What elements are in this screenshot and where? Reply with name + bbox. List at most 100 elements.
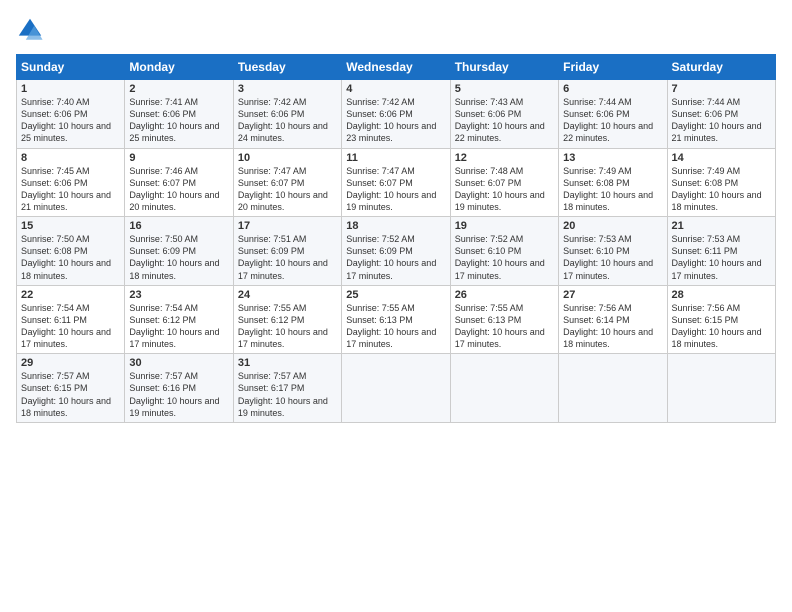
calendar-cell: 21 Sunrise: 7:53 AMSunset: 6:11 PMDaylig… — [667, 217, 775, 286]
calendar-cell: 29 Sunrise: 7:57 AMSunset: 6:15 PMDaylig… — [17, 354, 125, 423]
cell-details: Sunrise: 7:43 AMSunset: 6:06 PMDaylight:… — [455, 97, 545, 143]
cell-details: Sunrise: 7:55 AMSunset: 6:13 PMDaylight:… — [346, 303, 436, 349]
day-number: 17 — [238, 220, 337, 232]
calendar-cell: 30 Sunrise: 7:57 AMSunset: 6:16 PMDaylig… — [125, 354, 233, 423]
cell-details: Sunrise: 7:40 AMSunset: 6:06 PMDaylight:… — [21, 97, 111, 143]
calendar-table: SundayMondayTuesdayWednesdayThursdayFrid… — [16, 54, 776, 423]
calendar-cell: 11 Sunrise: 7:47 AMSunset: 6:07 PMDaylig… — [342, 148, 450, 217]
calendar-cell: 3 Sunrise: 7:42 AMSunset: 6:06 PMDayligh… — [233, 80, 341, 149]
day-number: 2 — [129, 83, 228, 95]
day-number: 27 — [563, 289, 662, 301]
cell-details: Sunrise: 7:48 AMSunset: 6:07 PMDaylight:… — [455, 166, 545, 212]
calendar-cell: 1 Sunrise: 7:40 AMSunset: 6:06 PMDayligh… — [17, 80, 125, 149]
day-number: 7 — [672, 83, 771, 95]
day-number: 4 — [346, 83, 445, 95]
calendar-cell: 12 Sunrise: 7:48 AMSunset: 6:07 PMDaylig… — [450, 148, 558, 217]
day-number: 15 — [21, 220, 120, 232]
cell-details: Sunrise: 7:46 AMSunset: 6:07 PMDaylight:… — [129, 166, 219, 212]
cell-details: Sunrise: 7:42 AMSunset: 6:06 PMDaylight:… — [238, 97, 328, 143]
day-number: 6 — [563, 83, 662, 95]
logo — [16, 16, 48, 44]
cell-details: Sunrise: 7:52 AMSunset: 6:10 PMDaylight:… — [455, 234, 545, 280]
calendar-cell: 31 Sunrise: 7:57 AMSunset: 6:17 PMDaylig… — [233, 354, 341, 423]
cell-details: Sunrise: 7:47 AMSunset: 6:07 PMDaylight:… — [238, 166, 328, 212]
day-number: 28 — [672, 289, 771, 301]
cell-details: Sunrise: 7:41 AMSunset: 6:06 PMDaylight:… — [129, 97, 219, 143]
cell-details: Sunrise: 7:56 AMSunset: 6:14 PMDaylight:… — [563, 303, 653, 349]
day-number: 3 — [238, 83, 337, 95]
calendar-cell: 27 Sunrise: 7:56 AMSunset: 6:14 PMDaylig… — [559, 285, 667, 354]
day-number: 12 — [455, 152, 554, 164]
cell-details: Sunrise: 7:50 AMSunset: 6:08 PMDaylight:… — [21, 234, 111, 280]
calendar-cell: 9 Sunrise: 7:46 AMSunset: 6:07 PMDayligh… — [125, 148, 233, 217]
day-number: 21 — [672, 220, 771, 232]
day-header-friday: Friday — [559, 55, 667, 80]
cell-details: Sunrise: 7:45 AMSunset: 6:06 PMDaylight:… — [21, 166, 111, 212]
calendar-cell: 16 Sunrise: 7:50 AMSunset: 6:09 PMDaylig… — [125, 217, 233, 286]
calendar-week-row: 1 Sunrise: 7:40 AMSunset: 6:06 PMDayligh… — [17, 80, 776, 149]
day-number: 16 — [129, 220, 228, 232]
day-number: 24 — [238, 289, 337, 301]
day-header-wednesday: Wednesday — [342, 55, 450, 80]
cell-details: Sunrise: 7:52 AMSunset: 6:09 PMDaylight:… — [346, 234, 436, 280]
calendar-cell — [559, 354, 667, 423]
day-number: 31 — [238, 357, 337, 369]
cell-details: Sunrise: 7:49 AMSunset: 6:08 PMDaylight:… — [563, 166, 653, 212]
day-number: 19 — [455, 220, 554, 232]
cell-details: Sunrise: 7:54 AMSunset: 6:12 PMDaylight:… — [129, 303, 219, 349]
cell-details: Sunrise: 7:55 AMSunset: 6:13 PMDaylight:… — [455, 303, 545, 349]
day-number: 18 — [346, 220, 445, 232]
day-number: 22 — [21, 289, 120, 301]
day-header-tuesday: Tuesday — [233, 55, 341, 80]
calendar-week-row: 22 Sunrise: 7:54 AMSunset: 6:11 PMDaylig… — [17, 285, 776, 354]
day-number: 26 — [455, 289, 554, 301]
day-header-thursday: Thursday — [450, 55, 558, 80]
cell-details: Sunrise: 7:57 AMSunset: 6:16 PMDaylight:… — [129, 371, 219, 417]
calendar-cell: 25 Sunrise: 7:55 AMSunset: 6:13 PMDaylig… — [342, 285, 450, 354]
day-number: 10 — [238, 152, 337, 164]
calendar-cell: 26 Sunrise: 7:55 AMSunset: 6:13 PMDaylig… — [450, 285, 558, 354]
calendar-cell: 19 Sunrise: 7:52 AMSunset: 6:10 PMDaylig… — [450, 217, 558, 286]
cell-details: Sunrise: 7:44 AMSunset: 6:06 PMDaylight:… — [672, 97, 762, 143]
calendar-cell: 28 Sunrise: 7:56 AMSunset: 6:15 PMDaylig… — [667, 285, 775, 354]
calendar-cell — [342, 354, 450, 423]
day-number: 30 — [129, 357, 228, 369]
calendar-cell: 8 Sunrise: 7:45 AMSunset: 6:06 PMDayligh… — [17, 148, 125, 217]
cell-details: Sunrise: 7:56 AMSunset: 6:15 PMDaylight:… — [672, 303, 762, 349]
calendar-cell: 6 Sunrise: 7:44 AMSunset: 6:06 PMDayligh… — [559, 80, 667, 149]
day-number: 1 — [21, 83, 120, 95]
calendar-cell: 18 Sunrise: 7:52 AMSunset: 6:09 PMDaylig… — [342, 217, 450, 286]
calendar-header-row: SundayMondayTuesdayWednesdayThursdayFrid… — [17, 55, 776, 80]
cell-details: Sunrise: 7:44 AMSunset: 6:06 PMDaylight:… — [563, 97, 653, 143]
calendar-cell: 10 Sunrise: 7:47 AMSunset: 6:07 PMDaylig… — [233, 148, 341, 217]
day-number: 23 — [129, 289, 228, 301]
cell-details: Sunrise: 7:57 AMSunset: 6:15 PMDaylight:… — [21, 371, 111, 417]
day-header-monday: Monday — [125, 55, 233, 80]
calendar-cell: 4 Sunrise: 7:42 AMSunset: 6:06 PMDayligh… — [342, 80, 450, 149]
cell-details: Sunrise: 7:51 AMSunset: 6:09 PMDaylight:… — [238, 234, 328, 280]
cell-details: Sunrise: 7:49 AMSunset: 6:08 PMDaylight:… — [672, 166, 762, 212]
calendar-cell: 20 Sunrise: 7:53 AMSunset: 6:10 PMDaylig… — [559, 217, 667, 286]
calendar-week-row: 15 Sunrise: 7:50 AMSunset: 6:08 PMDaylig… — [17, 217, 776, 286]
day-header-saturday: Saturday — [667, 55, 775, 80]
calendar-cell: 13 Sunrise: 7:49 AMSunset: 6:08 PMDaylig… — [559, 148, 667, 217]
header — [16, 16, 776, 44]
day-number: 14 — [672, 152, 771, 164]
cell-details: Sunrise: 7:53 AMSunset: 6:10 PMDaylight:… — [563, 234, 653, 280]
day-number: 20 — [563, 220, 662, 232]
day-number: 29 — [21, 357, 120, 369]
day-number: 13 — [563, 152, 662, 164]
cell-details: Sunrise: 7:47 AMSunset: 6:07 PMDaylight:… — [346, 166, 436, 212]
calendar-cell — [667, 354, 775, 423]
calendar-cell: 17 Sunrise: 7:51 AMSunset: 6:09 PMDaylig… — [233, 217, 341, 286]
day-number: 25 — [346, 289, 445, 301]
calendar-cell: 2 Sunrise: 7:41 AMSunset: 6:06 PMDayligh… — [125, 80, 233, 149]
cell-details: Sunrise: 7:55 AMSunset: 6:12 PMDaylight:… — [238, 303, 328, 349]
calendar-cell: 7 Sunrise: 7:44 AMSunset: 6:06 PMDayligh… — [667, 80, 775, 149]
calendar-week-row: 8 Sunrise: 7:45 AMSunset: 6:06 PMDayligh… — [17, 148, 776, 217]
day-number: 8 — [21, 152, 120, 164]
logo-icon — [16, 16, 44, 44]
calendar-cell — [450, 354, 558, 423]
cell-details: Sunrise: 7:53 AMSunset: 6:11 PMDaylight:… — [672, 234, 762, 280]
page: SundayMondayTuesdayWednesdayThursdayFrid… — [0, 0, 792, 612]
